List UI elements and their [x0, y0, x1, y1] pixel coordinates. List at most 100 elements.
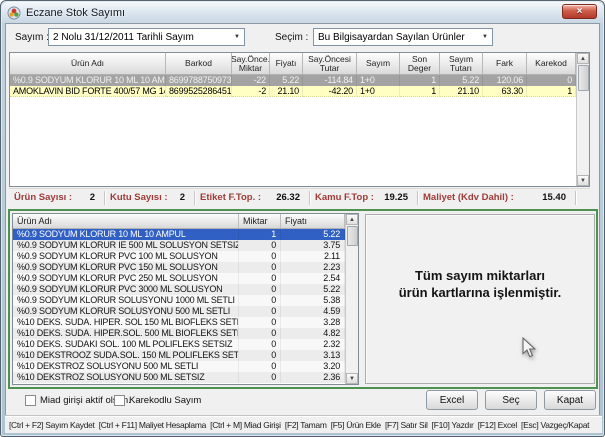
secim-selected-value: Bu Bilgisayardan Sayılan Ürünler [314, 32, 478, 43]
list-cell: 0 [239, 295, 281, 306]
list-item[interactable]: %0.9 SODYUM KLORUR SOLUSYONU 500 ML SETL… [13, 306, 345, 317]
list-cell: 2.23 [281, 262, 345, 273]
list-item[interactable]: %0.9 SODYUM KLORUR IE 500 ML SOLUSYON SE… [13, 240, 345, 251]
table-cell: -2 [232, 86, 270, 97]
list-cell: %0.9 SODYUM KLORUR PVC 250 ML SOLUSYON [13, 273, 239, 284]
list-cell: 3.75 [281, 240, 345, 251]
table-cell: 120.06 [483, 75, 527, 86]
count-results-table: Ürün AdıBarkodSay.Önce. MiktarFiyatıSay.… [9, 52, 590, 187]
totals-segment: Ürün Sayısı : 2 [9, 191, 105, 205]
list-item[interactable]: %10 DEKS. SUDA. HIPER.SOL. 500 ML BIOFLE… [13, 328, 345, 339]
list-cell: %0.9 SODYUM KLORUR PVC 3000 ML SOLUSYON [13, 284, 239, 295]
app-window: Eczane Stok Sayımı × Sayım : 2 Nolu 31/1… [0, 0, 605, 437]
totals-label: Maliyet (Kdv Dahil) : [423, 192, 514, 203]
table-scrollbar[interactable]: ▲ ▼ [576, 53, 589, 186]
column-header[interactable]: Say.Önce. Miktar [232, 53, 270, 75]
list-cell: 2.32 [281, 339, 345, 350]
list-cell: 2.11 [281, 251, 345, 262]
totals-value: 2 [84, 192, 95, 203]
table-cell: 1+0 [357, 86, 400, 97]
count-results-body: %0.9 SODYUM KLORUR 10 ML 10 AMPUL8699788… [10, 75, 576, 97]
column-header[interactable]: Karekod [527, 53, 576, 75]
list-cell: 0 [239, 273, 281, 284]
totals-label: Ürün Sayısı : [14, 192, 72, 203]
count-results-header: Ürün AdıBarkodSay.Önce. MiktarFiyatıSay.… [10, 53, 576, 75]
column-header[interactable]: Fiyatı [281, 214, 345, 229]
scroll-down-icon[interactable]: ▼ [346, 373, 358, 384]
list-item[interactable]: %0.9 SODYUM KLORUR PVC 250 ML SOLUSYON02… [13, 273, 345, 284]
list-item[interactable]: %10 DEKS. SUDA. HIPER. SOL 150 ML BIOFLE… [13, 317, 345, 328]
table-row[interactable]: AMOKLAVIN BID FORTE 400/57 MG 140 ML8699… [10, 86, 576, 97]
scroll-thumb[interactable] [578, 65, 589, 91]
totals-segment: Etiket F.Top. :26.32 [195, 191, 310, 205]
chevron-down-icon[interactable]: ▼ [230, 34, 244, 40]
kapat-button[interactable]: Kapat [544, 390, 596, 410]
close-icon: × [577, 7, 583, 17]
table-cell: 5.22 [270, 75, 303, 86]
list-item[interactable]: %10 DEKSTROOZ SUDA.SOL. 150 ML POLIFLEKS… [13, 350, 345, 361]
list-scrollbar[interactable]: ▲ ▼ [345, 214, 358, 384]
karekod-checkbox[interactable] [114, 395, 125, 406]
list-item[interactable]: %0.9 SODYUM KLORUR PVC 150 ML SOLUSYON02… [13, 262, 345, 273]
table-cell: 8699525286451 [166, 86, 232, 97]
list-cell: %10 DEKS. SUDA. HIPER. SOL 150 ML BIOFLE… [13, 317, 239, 328]
list-item[interactable]: %0.9 SODYUM KLORUR 10 ML 10 AMPUL15.22 [13, 229, 345, 240]
list-cell: 0 [239, 339, 281, 350]
list-item[interactable]: %10 DEKS. SUDAKI SOL. 100 ML POLIFLEKS S… [13, 339, 345, 350]
close-button[interactable]: × [562, 4, 597, 19]
titlebar[interactable]: Eczane Stok Sayımı × [2, 2, 603, 23]
table-row[interactable]: %0.9 SODYUM KLORUR 10 ML 10 AMPUL8699788… [10, 75, 576, 86]
message-panel: Tüm sayım miktarları ürün kartlarına işl… [365, 214, 595, 384]
column-header[interactable]: Son Deger [400, 53, 440, 75]
table-cell: 8699788750973 [166, 75, 232, 86]
karekod-checkbox-label: Karekodlu Sayım [129, 395, 201, 406]
totals-label: Kutu Sayısı : [110, 192, 168, 203]
excel-button[interactable]: Excel [426, 390, 478, 410]
column-header[interactable]: Barkod [166, 53, 232, 75]
table-cell: %0.9 SODYUM KLORUR 10 ML 10 AMPUL [10, 75, 166, 86]
list-item[interactable]: %10 DEKSTROZ SOLUSYONU 500 ML SETLI03.20 [13, 361, 345, 372]
secim-select[interactable]: Bu Bilgisayardan Sayılan Ürünler ▼ [313, 28, 493, 46]
list-item[interactable]: %10 DEKSTROZ SOLUSYONU 500 ML SETSIZ02.3… [13, 372, 345, 383]
miad-checkbox[interactable] [25, 395, 36, 406]
column-header[interactable]: Sayım Tutarı [440, 53, 483, 75]
info-message-line1: Tüm sayım miktarları [366, 267, 594, 284]
totals-value: 15.40 [536, 192, 566, 203]
list-cell: %0.9 SODYUM KLORUR SOLUSYONU 500 ML SETL… [13, 306, 239, 317]
info-message-line2: ürün kartlarına işlenmiştir. [366, 284, 594, 301]
sayim-select[interactable]: 2 Nolu 31/12/2011 Tarihli Sayım ▼ [48, 28, 245, 46]
scroll-thumb[interactable] [347, 226, 358, 246]
totals-value: 26.32 [270, 192, 300, 203]
column-header[interactable]: Ürün Adı [10, 53, 166, 75]
column-header[interactable]: Sayım [357, 53, 400, 75]
column-header[interactable]: Miktar [239, 214, 281, 229]
list-cell: 0 [239, 317, 281, 328]
list-cell: %0.9 SODYUM KLORUR PVC 100 ML SOLUSYON [13, 251, 239, 262]
table-cell: 1+0 [357, 75, 400, 86]
list-cell: %10 DEKS. SUDAKI SOL. 100 ML POLIFLEKS S… [13, 339, 239, 350]
list-cell: %10 DEKSTROZ SOLUSYONU 500 ML SETLI [13, 361, 239, 372]
scroll-up-icon[interactable]: ▲ [577, 53, 589, 64]
list-item[interactable]: %0.9 SODYUM KLORUR PVC 3000 ML SOLUSYON0… [13, 284, 345, 295]
list-cell: %10 DEKSTROZ SOLUSYONU 500 ML SETSIZ [13, 372, 239, 383]
list-cell: 2.54 [281, 273, 345, 284]
list-cell: %0.9 SODYUM KLORUR IE 500 ML SOLUSYON SE… [13, 240, 239, 251]
totals-segment: Kutu Sayısı :2 [105, 191, 195, 205]
table-cell: 21.10 [270, 86, 303, 97]
column-header[interactable]: Ürün Adı [13, 214, 239, 229]
table-cell: 21.10 [440, 86, 483, 97]
column-header[interactable]: Say.Öncesi Tutar [303, 53, 357, 75]
scroll-down-icon[interactable]: ▼ [577, 175, 589, 186]
column-header[interactable]: Fiyatı [270, 53, 303, 75]
chevron-down-icon[interactable]: ▼ [478, 34, 492, 40]
list-item[interactable]: %0.9 SODYUM KLORUR PVC 100 ML SOLUSYON02… [13, 251, 345, 262]
column-header[interactable]: Fark [483, 53, 527, 75]
list-cell: %0.9 SODYUM KLORUR SOLUSYONU 1000 ML SET… [13, 295, 239, 306]
sec-button[interactable]: Seç [485, 390, 537, 410]
list-item[interactable]: %0.9 SODYUM KLORUR SOLUSYONU 1000 ML SET… [13, 295, 345, 306]
sayim-label: Sayım : [15, 32, 49, 43]
table-cell: 1 [527, 86, 576, 97]
list-cell: 5.22 [281, 229, 345, 240]
table-cell: 5.22 [440, 75, 483, 86]
scroll-up-icon[interactable]: ▲ [346, 214, 358, 225]
